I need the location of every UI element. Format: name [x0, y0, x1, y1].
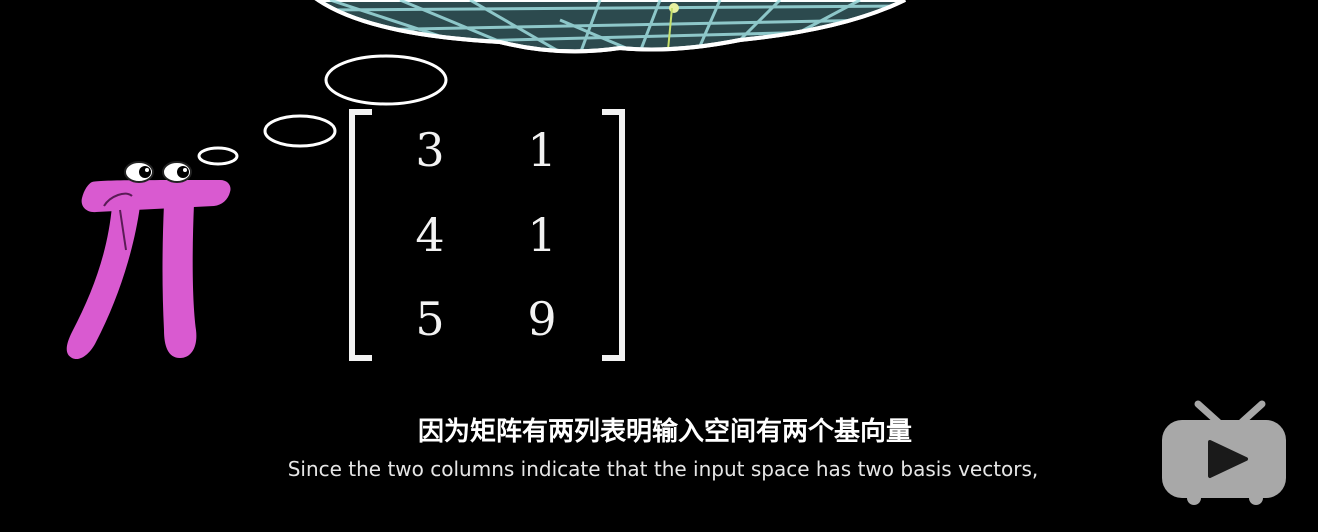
matrix-cell: 3 [415, 123, 445, 177]
matrix-cell: 9 [527, 292, 557, 346]
matrix-cell: 4 [415, 208, 445, 262]
tv-play-icon[interactable] [1160, 400, 1290, 506]
matrix-cell: 1 [527, 123, 557, 177]
matrix-cell: 1 [527, 208, 557, 262]
matrix-brackets [349, 109, 625, 361]
subtitle-english: Since the two columns indicate that the … [287, 457, 1039, 481]
video-frame[interactable]: 3 1 4 1 5 9 因为矩阵有两列表明输入空间有两个基向量 Since th… [0, 0, 1318, 532]
subtitle-chinese: 因为矩阵有两列表明输入空间有两个基向量 [417, 417, 912, 447]
matrix-cell: 5 [415, 292, 445, 346]
